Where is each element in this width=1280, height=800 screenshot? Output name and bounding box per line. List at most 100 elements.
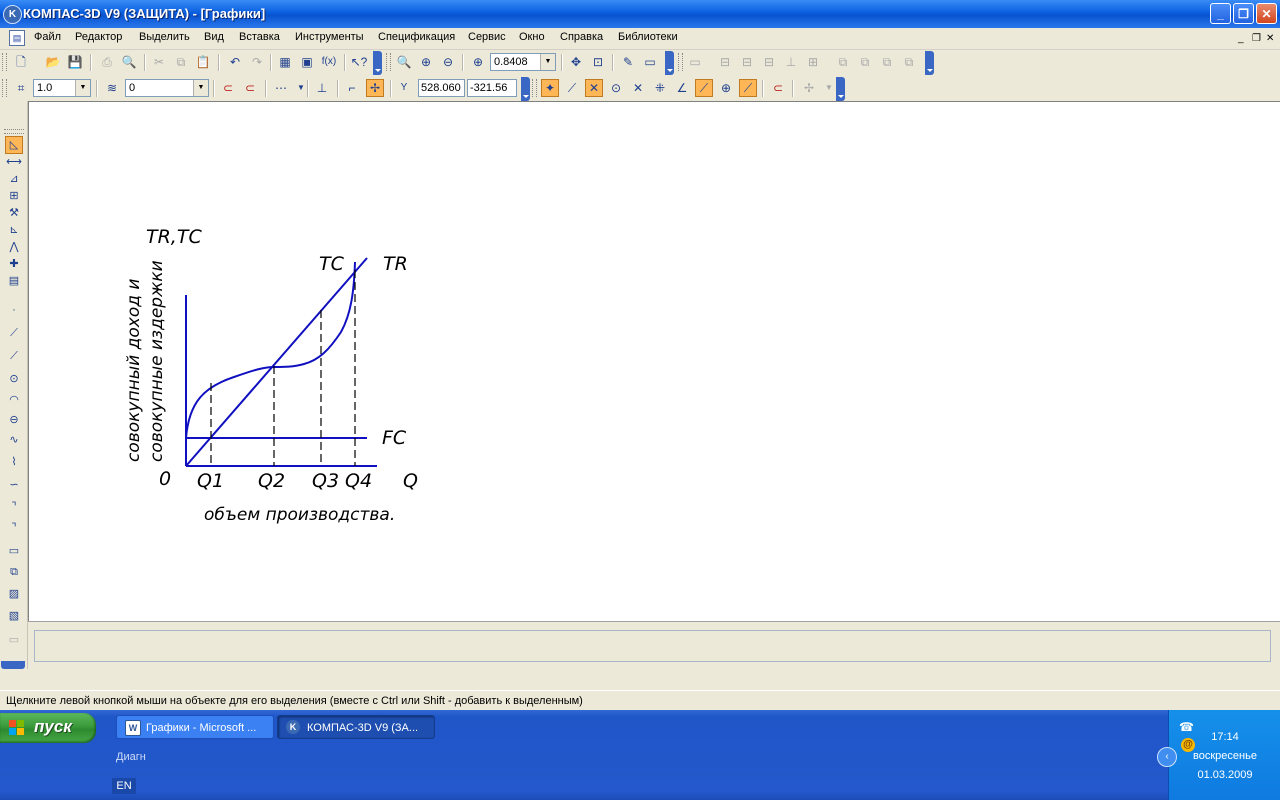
align-right-icon[interactable]: ⊟ bbox=[760, 53, 778, 71]
start-button[interactable]: пуск bbox=[0, 713, 96, 743]
align-left-icon[interactable]: ⊟ bbox=[716, 53, 734, 71]
toolbar-end-dropdown[interactable] bbox=[521, 77, 530, 101]
cut-icon[interactable]: ✂ bbox=[150, 53, 168, 71]
bezier-curve-icon[interactable]: ∽ bbox=[5, 476, 23, 494]
chevron-down-icon[interactable]: ▼ bbox=[193, 80, 208, 96]
parametrization-panel-icon[interactable]: ⚒ bbox=[5, 204, 23, 222]
align-top-icon[interactable]: ⊥ bbox=[782, 53, 800, 71]
menu-tools[interactable]: Инструменты bbox=[295, 31, 364, 43]
paste-icon[interactable]: 📋 bbox=[194, 53, 212, 71]
open-folder-icon[interactable]: 📂 bbox=[44, 53, 62, 71]
mdi-minimize-button[interactable]: _ bbox=[1238, 33, 1244, 44]
menu-select[interactable]: Выделить bbox=[139, 31, 190, 43]
edit-panel-icon[interactable]: ⊞ bbox=[5, 187, 23, 205]
property-panel-icon[interactable]: ▭ bbox=[686, 53, 704, 71]
copy-icon[interactable]: ⧉ bbox=[172, 53, 190, 71]
grid-step-icon[interactable]: ⌗ bbox=[12, 79, 30, 97]
snap-quadrant-icon[interactable]: ⊕ bbox=[717, 79, 735, 97]
menu-file[interactable]: Файл bbox=[34, 31, 61, 43]
restore-button[interactable]: ❐ bbox=[1233, 3, 1254, 24]
coord-x-field[interactable]: 528.060 bbox=[418, 79, 465, 97]
select-panel-icon[interactable]: ⋀ bbox=[5, 238, 23, 256]
grid-icon[interactable]: ⋯ bbox=[272, 79, 290, 97]
menu-service[interactable]: Сервис bbox=[468, 31, 506, 43]
align-center-icon[interactable]: ⊟ bbox=[738, 53, 756, 71]
toolbar-end-dropdown[interactable] bbox=[665, 51, 674, 75]
menu-help[interactable]: Справка bbox=[560, 31, 603, 43]
magnet-icon[interactable]: ⊂ bbox=[219, 79, 237, 97]
snap-midpoint-icon[interactable]: ✕ bbox=[585, 79, 603, 97]
dimensions-panel-icon[interactable]: ⟷ bbox=[5, 153, 23, 171]
local-cs-icon[interactable]: ⊥ bbox=[313, 79, 331, 97]
auxiliary-line-icon[interactable]: ⟋ bbox=[5, 324, 23, 342]
align-bottom-icon[interactable]: ⊞ bbox=[804, 53, 822, 71]
language-indicator[interactable]: EN bbox=[112, 778, 136, 794]
menu-editor[interactable]: Редактор bbox=[75, 31, 122, 43]
segment-tool-icon[interactable]: ⟋ bbox=[5, 347, 23, 365]
chevron-down-icon[interactable]: ▼ bbox=[540, 54, 555, 70]
undo-icon[interactable]: ↶ bbox=[226, 53, 244, 71]
quicklaunch-item[interactable]: Диагн bbox=[116, 751, 146, 763]
pan-icon[interactable]: ✥ bbox=[567, 53, 585, 71]
task-kompas[interactable]: K КОМПАС-3D V9 (ЗА... bbox=[277, 715, 435, 739]
round-coords-icon[interactable]: ✢ bbox=[366, 79, 384, 97]
measure-panel-icon[interactable]: ⊾ bbox=[5, 221, 23, 239]
ortho-icon[interactable]: ⌐ bbox=[343, 79, 361, 97]
manager-icon[interactable]: ▦ bbox=[276, 53, 294, 71]
ellipse-tool-icon[interactable]: ⊖ bbox=[5, 411, 23, 429]
arc-tool-icon[interactable]: ◠ bbox=[5, 391, 23, 409]
document-icon[interactable]: ▤ bbox=[9, 30, 25, 46]
rectangle-tool-icon[interactable]: ▭ bbox=[5, 542, 23, 560]
clock-time[interactable]: 17:14 bbox=[1169, 731, 1280, 743]
chevron-down-icon[interactable]: ▼ bbox=[75, 80, 90, 96]
disabled-tool-icon[interactable]: ▭ bbox=[5, 631, 23, 649]
snap-center-icon[interactable]: ⊙ bbox=[607, 79, 625, 97]
fill-tool-icon[interactable]: ▧ bbox=[5, 607, 23, 625]
toolbar-grip[interactable] bbox=[532, 79, 537, 97]
mdi-restore-button[interactable]: ❐ bbox=[1252, 33, 1261, 44]
group-icon[interactable]: ⧉ bbox=[856, 53, 874, 71]
associative-views-icon[interactable]: ✚ bbox=[5, 255, 23, 273]
distribute-icon[interactable]: ⧉ bbox=[834, 53, 852, 71]
notation-panel-icon[interactable]: ⊿ bbox=[5, 170, 23, 188]
print-icon[interactable]: ⎙ bbox=[98, 53, 116, 71]
toolbar-grip[interactable] bbox=[2, 53, 7, 71]
save-icon[interactable]: 💾 bbox=[66, 53, 84, 71]
task-word[interactable]: W Графики - Microsoft ... bbox=[116, 715, 274, 739]
zoom-scale-icon[interactable]: ⊕ bbox=[469, 53, 487, 71]
show-all-icon[interactable]: ⊡ bbox=[589, 53, 607, 71]
toolbar-end-dropdown[interactable] bbox=[373, 51, 382, 75]
ungroup-icon[interactable]: ⧉ bbox=[878, 53, 896, 71]
zoom-in-icon[interactable]: ⊕ bbox=[417, 53, 435, 71]
snap-tangent-icon[interactable]: ⟋ bbox=[695, 79, 713, 97]
zoom-window-icon[interactable]: 🔍 bbox=[395, 53, 413, 71]
toolbar-grip[interactable] bbox=[4, 129, 24, 134]
toolbar-end-dropdown[interactable] bbox=[925, 51, 934, 75]
menu-view[interactable]: Вид bbox=[204, 31, 224, 43]
toolbar-grip[interactable] bbox=[386, 53, 391, 71]
print-preview-icon[interactable]: 🔍 bbox=[120, 53, 138, 71]
display-icon[interactable]: ▭ bbox=[641, 53, 659, 71]
toolbar-grip[interactable] bbox=[678, 53, 683, 71]
specification-panel-icon[interactable]: ▤ bbox=[5, 272, 23, 290]
kompas-app-icon[interactable]: K bbox=[3, 5, 22, 24]
zoom-combo[interactable]: 0.8408 ▼ bbox=[490, 53, 556, 71]
function-icon[interactable]: f(x) bbox=[320, 53, 338, 71]
new-document-icon[interactable]: 🗋 bbox=[12, 53, 30, 71]
minimize-button[interactable]: _ bbox=[1210, 3, 1231, 24]
point-tool-icon[interactable]: · bbox=[5, 301, 23, 319]
snap-normal-icon[interactable]: ⟋ bbox=[739, 79, 757, 97]
snap-intersection-icon[interactable]: ✕ bbox=[629, 79, 647, 97]
help-pointer-icon[interactable]: ↖? bbox=[350, 53, 368, 71]
continuous-input-icon[interactable]: ∿ bbox=[5, 431, 23, 449]
layers-icon[interactable]: ≋ bbox=[103, 79, 121, 97]
menu-insert[interactable]: Вставка bbox=[239, 31, 280, 43]
toolbar-end-dropdown[interactable] bbox=[1, 661, 25, 669]
snap-nearest-icon[interactable]: ✦ bbox=[541, 79, 559, 97]
hatch-tool-icon[interactable]: ▨ bbox=[5, 585, 23, 603]
coords-icon[interactable]: Y bbox=[395, 79, 413, 97]
property-panel-field[interactable] bbox=[34, 630, 1271, 662]
order-icon[interactable]: ⧉ bbox=[900, 53, 918, 71]
redraw-icon[interactable]: ✎ bbox=[619, 53, 637, 71]
mdi-close-button[interactable]: ✕ bbox=[1266, 33, 1274, 44]
